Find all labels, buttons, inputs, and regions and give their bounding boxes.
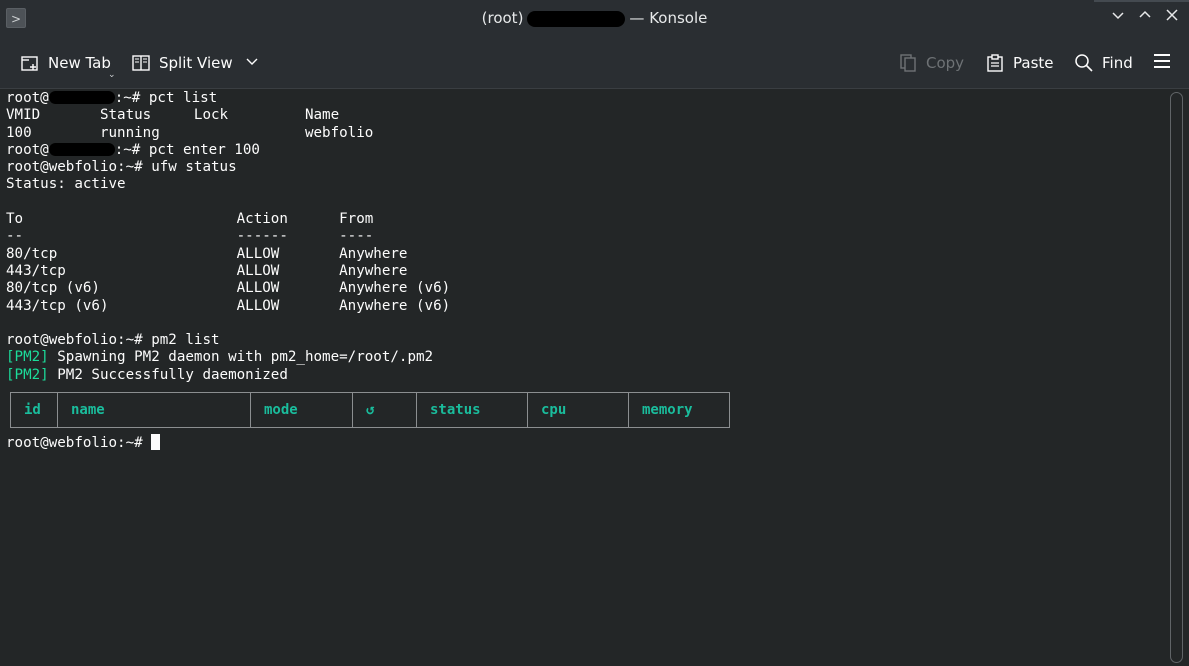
terminal-line: To Action From <box>6 211 374 228</box>
paste-label: Paste <box>1013 54 1054 72</box>
pm2-header-name: name <box>58 393 251 427</box>
window-title-prefix: (root) <box>481 9 524 27</box>
pm2-tag: [PM2] <box>6 366 49 383</box>
close-button[interactable] <box>1162 8 1182 28</box>
pm2-message: PM2 Successfully daemonized <box>48 366 288 383</box>
terminal-line: 443/tcp ALLOW Anywhere <box>6 262 408 279</box>
title-bar: > (root) — Konsole <box>0 0 1189 38</box>
pm2-header-restarts: ↺ <box>353 393 417 427</box>
terminal-line: [PM2] PM2 Successfully daemonized <box>6 367 450 384</box>
pm2-header-status: status <box>417 393 528 427</box>
paste-button[interactable]: Paste <box>985 52 1054 74</box>
terminal-line: 100 running webfolio <box>6 124 374 141</box>
close-icon <box>1166 9 1178 21</box>
terminal-output: root@ :~# pct list VMID Status Lock Name 10… <box>6 90 450 384</box>
terminal-line: Status: active <box>6 176 126 193</box>
terminal-line: root@ :~# pct list <box>6 90 450 107</box>
new-tab-button[interactable]: New Tab <box>20 52 111 74</box>
title-bar-accent <box>1094 0 1189 2</box>
scrollbar-track[interactable] <box>1170 92 1183 663</box>
prompt-user: root@ <box>6 141 49 158</box>
terminal-line: 80/tcp ALLOW Anywhere <box>6 245 408 262</box>
prompt-command: :~# pct list <box>114 90 218 106</box>
paste-icon <box>985 53 1005 73</box>
split-view-icon <box>131 53 151 73</box>
split-view-button[interactable]: Split View <box>131 52 259 74</box>
prompt-command: :~# pct enter 100 <box>114 141 260 158</box>
terminal-line: [PM2] Spawning PM2 daemon with pm2_home=… <box>6 349 450 366</box>
terminal-line: root@ :~# pct enter 100 <box>6 142 450 159</box>
pm2-header-memory: memory <box>642 402 693 418</box>
new-tab-dropdown-indicator[interactable]: ⌄ <box>108 70 116 80</box>
copy-label: Copy <box>926 54 965 72</box>
copy-button[interactable]: Copy <box>898 52 964 74</box>
pm2-header-id: id <box>11 393 58 427</box>
copy-icon <box>898 53 918 73</box>
pm2-message: Spawning PM2 daemon with pm2_home=/root/… <box>48 349 434 366</box>
terminal-view[interactable]: root@ :~# pct list VMID Status Lock Name 10… <box>0 89 1166 666</box>
new-tab-label: New Tab <box>48 54 111 72</box>
prompt-user: root@ <box>6 90 49 106</box>
text-cursor <box>151 434 161 450</box>
toolbar: New Tab Split View Copy Paste Find <box>0 38 1189 89</box>
pm2-tag: [PM2] <box>6 349 49 366</box>
hamburger-menu-icon <box>1152 51 1172 75</box>
split-view-label: Split View <box>159 54 233 72</box>
window-title-suffix: — Konsole <box>629 9 708 27</box>
redacted-hostname <box>48 91 115 104</box>
current-prompt-line[interactable]: root@webfolio:~# <box>6 434 161 452</box>
redacted-hostname <box>48 142 115 156</box>
find-label: Find <box>1102 54 1133 72</box>
chevron-down-icon <box>1112 12 1124 20</box>
pm2-header-mode: mode <box>251 393 353 427</box>
terminal-line: root@webfolio:~# ufw status <box>6 159 237 176</box>
terminal-line: -- ------ ---- <box>6 228 374 245</box>
chevron-up-icon <box>1139 10 1151 18</box>
find-button[interactable]: Find <box>1074 52 1133 74</box>
terminal-line: VMID Status Lock Name <box>6 107 340 124</box>
terminal-line: 80/tcp (v6) ALLOW Anywhere (v6) <box>6 280 451 297</box>
pm2-list-table: id name mode ↺ status cpu memory <box>10 392 730 428</box>
window-title: (root) — Konsole <box>0 9 1189 27</box>
search-icon <box>1074 53 1094 73</box>
shell-prompt: root@webfolio:~# <box>6 435 152 451</box>
minimize-button[interactable] <box>1108 8 1128 28</box>
chevron-down-icon[interactable] <box>245 54 259 72</box>
terminal-line: 443/tcp (v6) ALLOW Anywhere (v6) <box>6 297 451 314</box>
hamburger-menu-button[interactable] <box>1152 52 1172 74</box>
terminal-line: root@webfolio:~# pm2 list <box>6 332 220 349</box>
pm2-header-cpu: cpu <box>528 393 629 427</box>
maximize-button[interactable] <box>1135 8 1155 28</box>
terminal-scrollbar[interactable] <box>1166 89 1189 666</box>
new-tab-icon <box>20 53 40 73</box>
redacted-hostname <box>527 10 626 27</box>
